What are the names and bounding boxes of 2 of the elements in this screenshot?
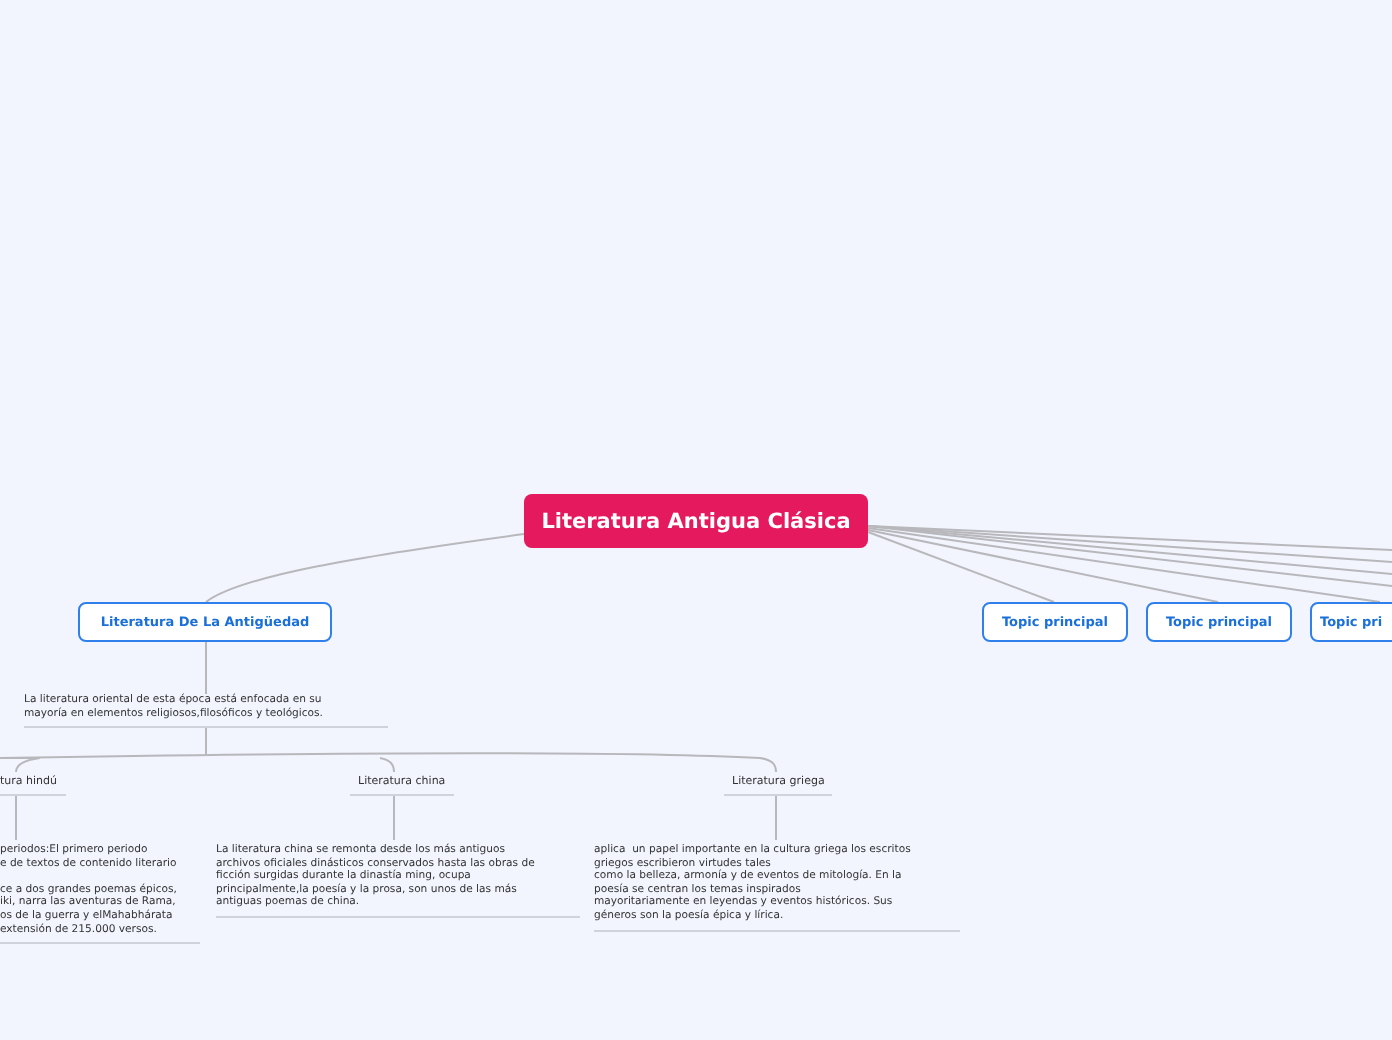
connector-line [205, 641, 207, 695]
central-topic[interactable]: Literatura Antigua Clásica [524, 494, 868, 548]
